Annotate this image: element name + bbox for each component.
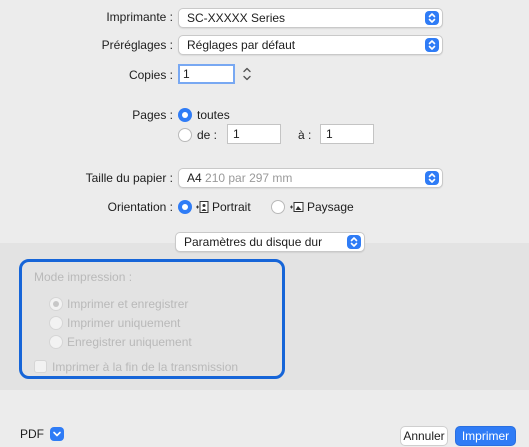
dialog-footer <box>0 390 529 447</box>
popup-chevron-icon <box>425 38 439 52</box>
cancel-button[interactable]: Annuler <box>400 426 448 446</box>
popup-chevron-icon <box>347 235 361 249</box>
portrait-label: Portrait <box>212 200 251 214</box>
pages-to-field[interactable]: 1 <box>320 124 374 144</box>
paper-size-value: A4 <box>187 171 202 185</box>
orientation-landscape-radio[interactable] <box>271 200 285 214</box>
section-popup[interactable]: Paramètres du disque dur <box>175 232 365 252</box>
stepper-arrows-icon <box>243 67 251 81</box>
paper-size-popup[interactable]: A4 210 par 297 mm <box>178 168 443 188</box>
pdf-menu-button[interactable]: PDF <box>20 424 68 444</box>
presets-label: Préréglages : <box>101 38 173 52</box>
printer-value: SC-XXXXX Series <box>187 11 286 25</box>
print-button[interactable]: Imprimer <box>455 426 516 446</box>
paper-size-detail: 210 par 297 mm <box>205 171 293 185</box>
pages-range-radio[interactable] <box>178 128 192 142</box>
copies-label: Copies : <box>128 68 173 82</box>
pages-label: Pages : <box>132 108 173 122</box>
print-mode-highlight-frame <box>19 259 285 379</box>
presets-popup[interactable]: Réglages par défaut <box>178 35 443 55</box>
orientation-label: Orientation : <box>107 200 173 214</box>
pdf-label: PDF <box>20 427 44 441</box>
pages-from-label: de : <box>197 128 218 142</box>
pages-all-radio[interactable] <box>178 108 192 122</box>
pages-all-label: toutes <box>197 108 230 122</box>
copies-stepper[interactable] <box>241 64 253 84</box>
popup-chevron-icon <box>425 11 439 25</box>
popup-chevron-icon <box>425 171 439 185</box>
paper-size-label: Taille du papier : <box>85 171 173 185</box>
landscape-orientation-icon <box>290 202 304 212</box>
presets-value: Réglages par défaut <box>187 38 296 52</box>
pages-to-label: à : <box>298 128 312 142</box>
printer-popup[interactable]: SC-XXXXX Series <box>178 8 443 28</box>
copies-field[interactable]: 1 <box>178 64 235 84</box>
pages-from-field[interactable]: 1 <box>227 124 281 144</box>
orientation-portrait-radio[interactable] <box>178 200 192 214</box>
portrait-orientation-icon <box>196 201 209 213</box>
chevron-down-icon <box>50 427 64 441</box>
landscape-label: Paysage <box>307 200 354 214</box>
printer-label: Imprimante : <box>106 10 173 24</box>
section-popup-value: Paramètres du disque dur <box>184 235 323 249</box>
